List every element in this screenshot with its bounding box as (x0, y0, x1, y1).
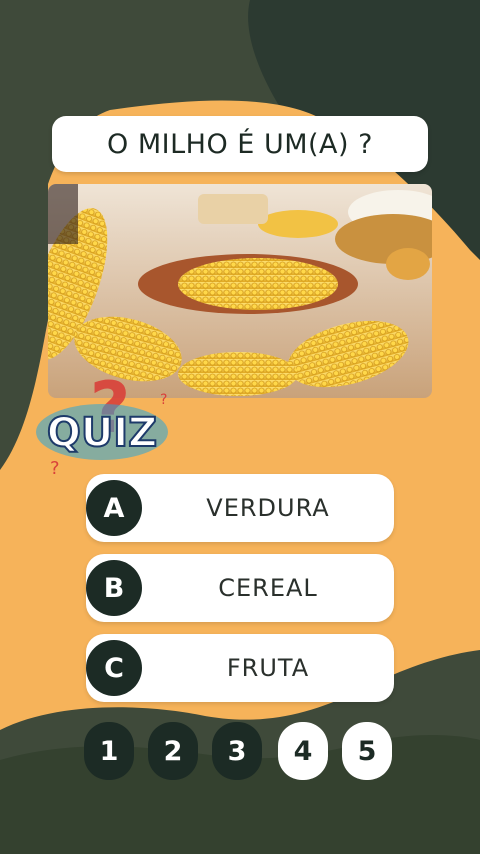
quiz-logo-text: QUIZ (47, 410, 157, 456)
quiz-logo: ? QUIZ ? ? (36, 374, 168, 479)
option-label: FRUTA (226, 654, 310, 682)
step-5: 5 (342, 722, 392, 780)
quiz-screen: O MILHO É UM(A) ? QUIZ ? ? A VERDURA B C… (0, 0, 480, 854)
svg-text:?: ? (160, 392, 167, 408)
corn-photo (48, 184, 432, 398)
option-b-button[interactable]: B CEREAL (86, 554, 394, 622)
progress-steps: 1 2 3 4 5 (84, 722, 396, 782)
step-3: 3 (212, 722, 262, 780)
option-c-button[interactable]: C FRUTA (86, 634, 394, 702)
option-label: VERDURA (206, 494, 330, 522)
option-letter: B (86, 560, 142, 616)
svg-text:?: ? (50, 458, 60, 479)
option-letter: A (86, 480, 142, 536)
step-4: 4 (278, 722, 328, 780)
step-1: 1 (84, 722, 134, 780)
question-title: O MILHO É UM(A) ? (52, 116, 428, 172)
option-letter: C (86, 640, 142, 696)
question-text: O MILHO É UM(A) ? (107, 128, 373, 160)
option-label: CEREAL (218, 574, 318, 602)
option-a-button[interactable]: A VERDURA (86, 474, 394, 542)
step-2: 2 (148, 722, 198, 780)
